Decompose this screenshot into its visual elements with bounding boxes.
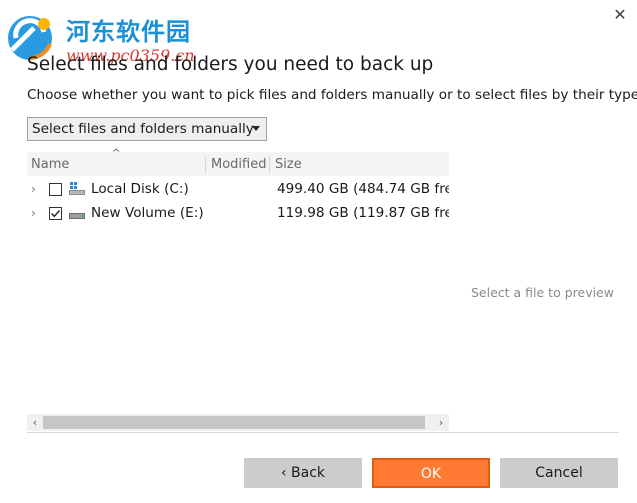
column-header-name[interactable]: Name: [31, 152, 69, 176]
checkmark-icon: [51, 210, 61, 218]
file-tree: Name Modified Size › Local Disk (C:) 499…: [27, 152, 449, 432]
column-divider[interactable]: [269, 156, 270, 174]
back-button[interactable]: ‹ Back: [244, 458, 362, 488]
close-icon[interactable]: ✕: [611, 6, 629, 24]
selection-mode-dropdown[interactable]: Select files and folders manually: [27, 117, 267, 141]
watermark-title: 河东软件园: [66, 17, 191, 46]
drive-icon: [69, 213, 85, 219]
column-header-size[interactable]: Size: [275, 152, 302, 176]
drive-size: 119.98 GB (119.87 GB free: [277, 205, 449, 221]
expand-chevron-icon[interactable]: ›: [31, 182, 36, 196]
file-tree-header: Name Modified Size: [27, 152, 449, 176]
horizontal-scrollbar[interactable]: ‹ ›: [27, 414, 449, 431]
dropdown-caret-icon: [252, 126, 260, 131]
drive-size: 499.40 GB (484.74 GB free: [277, 181, 449, 197]
local-disk-checkbox[interactable]: [49, 183, 62, 196]
dialog-heading: Select files and folders you need to bac…: [27, 54, 434, 75]
preview-placeholder: Select a file to preview: [471, 285, 614, 300]
cancel-button[interactable]: Cancel: [500, 458, 618, 488]
selection-mode-value: Select files and folders manually: [32, 121, 254, 137]
ok-button[interactable]: OK: [372, 458, 490, 488]
drive-label: New Volume (E:): [91, 205, 204, 221]
windows-drive-icon: [69, 182, 85, 195]
scrollbar-thumb[interactable]: [43, 416, 425, 429]
footer-divider: [27, 432, 619, 433]
drive-label: Local Disk (C:): [91, 181, 189, 197]
tree-row-local-disk[interactable]: › Local Disk (C:) 499.40 GB (484.74 GB f…: [27, 178, 449, 202]
scroll-right-icon[interactable]: ›: [433, 414, 449, 431]
scroll-left-icon[interactable]: ‹: [27, 414, 43, 431]
tree-row-new-volume[interactable]: › New Volume (E:) 119.98 GB (119.87 GB f…: [27, 202, 449, 226]
backup-selection-dialog: 河东软件园 www.pc0359.cn ✕ Select files and f…: [0, 0, 637, 503]
dialog-description: Choose whether you want to pick files an…: [27, 87, 637, 103]
column-divider[interactable]: [205, 156, 206, 174]
column-header-modified[interactable]: Modified: [211, 152, 266, 176]
expand-chevron-icon[interactable]: ›: [31, 206, 36, 220]
new-volume-checkbox[interactable]: [49, 207, 62, 220]
